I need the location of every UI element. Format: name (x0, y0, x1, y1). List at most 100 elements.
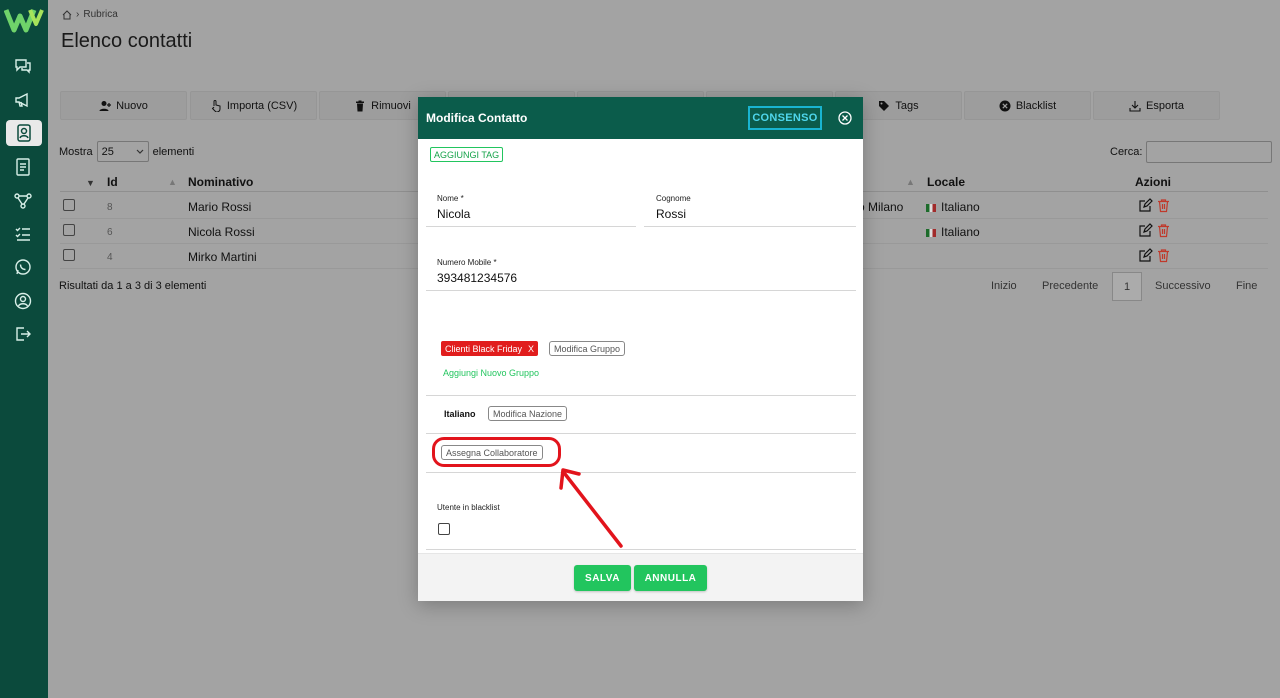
row-checkbox[interactable] (63, 249, 75, 261)
group-tag: Clienti Black Friday X (441, 341, 539, 356)
mobile-label: Numero Mobile * (437, 258, 497, 267)
column-nominativo[interactable]: Nominativo (188, 175, 253, 189)
row-name: Mirko Martini (188, 250, 257, 264)
pager-first[interactable]: Inizio (991, 280, 1017, 292)
sidebar (0, 0, 48, 698)
new-contact-label: Nuovo (116, 99, 148, 112)
megaphone-icon[interactable] (11, 88, 35, 112)
blacklist-checkbox[interactable] (438, 523, 450, 535)
mobile-input[interactable]: 393481234576 (437, 271, 517, 285)
show-label: Mostra (59, 145, 93, 158)
pager-previous[interactable]: Precedente (1042, 280, 1098, 292)
first-name-input[interactable]: Nicola (437, 207, 470, 221)
delete-icon[interactable] (1156, 198, 1171, 213)
row-actions (1138, 248, 1171, 263)
column-locale[interactable]: Locale (927, 175, 965, 189)
group-tag-label: Clienti Black Friday (445, 343, 523, 354)
edit-icon[interactable] (1138, 223, 1153, 238)
sort-icon-locale[interactable]: ▲ (906, 177, 915, 187)
highlight-annotation (432, 437, 561, 467)
last-name-label: Cognome (656, 194, 691, 203)
row-name: Mario Rossi (188, 200, 252, 214)
new-contact-button[interactable]: Nuovo (60, 91, 187, 120)
page-title: Elenco contatti (61, 30, 193, 52)
row-checkbox[interactable] (63, 224, 75, 236)
logout-icon[interactable] (11, 322, 35, 346)
blacklist-divider (426, 549, 856, 550)
export-label: Esporta (1146, 99, 1184, 112)
import-csv-button[interactable]: Importa (CSV) (190, 91, 317, 120)
edit-icon[interactable] (1138, 248, 1153, 263)
page-size-control: Mostra 25 elementi (59, 141, 194, 162)
user-profile-icon[interactable] (11, 289, 35, 313)
export-button[interactable]: Esporta (1093, 91, 1220, 120)
import-csv-label: Importa (CSV) (226, 99, 298, 112)
page-size-select[interactable]: 25 (96, 141, 149, 162)
whatsapp-icon[interactable] (11, 255, 35, 279)
trash-icon (356, 100, 365, 111)
group-tag-remove-button[interactable]: X (528, 344, 534, 354)
row-locale: Italiano (926, 200, 980, 214)
document-icon[interactable] (11, 155, 35, 179)
search-label: Cerca: (1110, 146, 1143, 158)
modal-footer: SALVA ANNULLA (418, 553, 863, 601)
breadcrumb-separator: › (76, 9, 80, 20)
last-name-underline (644, 226, 856, 227)
edit-contact-modal: Modifica Contatto CONSENSO AGGIUNGI TAG … (418, 97, 863, 601)
edit-icon[interactable] (1138, 198, 1153, 213)
close-icon[interactable] (838, 111, 852, 125)
country-divider (426, 433, 856, 434)
download-icon (1129, 100, 1141, 112)
row-id: 8 (107, 202, 113, 213)
sort-desc-icon[interactable]: ▼ (86, 178, 95, 188)
column-azioni: Azioni (1135, 175, 1171, 189)
italy-flag-icon (926, 228, 936, 237)
search-control: Cerca: (1110, 141, 1273, 163)
tag-icon (879, 100, 890, 111)
search-input[interactable] (1146, 141, 1273, 163)
hand-pointer-icon (211, 99, 221, 112)
arrow-annotation-icon (559, 468, 623, 548)
pager-last[interactable]: Fine (1236, 280, 1257, 292)
page-size-value: 25 (101, 145, 114, 158)
sort-icon[interactable]: ▲ (168, 177, 177, 187)
block-icon (999, 100, 1011, 111)
add-user-icon (99, 100, 112, 111)
edit-group-button[interactable]: Modifica Gruppo (549, 341, 626, 356)
add-tag-button[interactable]: AGGIUNGI TAG (430, 147, 504, 162)
blacklist-label: Blacklist (1015, 99, 1057, 112)
elements-label: elementi (152, 145, 195, 158)
country-value: Italiano (444, 409, 476, 419)
consent-button[interactable]: CONSENSO (748, 106, 822, 130)
first-name-label: Nome * (437, 194, 464, 203)
logo-icon[interactable] (4, 6, 44, 34)
row-locale: Italiano (926, 225, 980, 239)
add-group-link[interactable]: Aggiungi Nuovo Gruppo (443, 368, 539, 378)
edit-country-button[interactable]: Modifica Nazione (488, 406, 568, 421)
chevron-down-icon (136, 149, 144, 154)
pager-next[interactable]: Successivo (1155, 280, 1211, 292)
tags-label: Tags (895, 99, 919, 112)
checklist-icon[interactable] (11, 222, 35, 246)
save-button[interactable]: SALVA (574, 565, 631, 591)
cancel-button[interactable]: ANNULLA (634, 565, 707, 591)
delete-icon[interactable] (1156, 248, 1171, 263)
column-id[interactable]: Id (107, 175, 118, 189)
last-name-input[interactable]: Rossi (656, 207, 686, 221)
breadcrumb: › Rubrica (62, 9, 118, 20)
blacklist-button[interactable]: Blacklist (964, 91, 1091, 120)
modal-header: Modifica Contatto CONSENSO (418, 97, 863, 139)
row-actions (1138, 223, 1171, 238)
pager-current-page[interactable]: 1 (1112, 272, 1142, 301)
chat-icon[interactable] (11, 54, 35, 78)
breadcrumb-item[interactable]: Rubrica (83, 9, 117, 20)
modal-title: Modifica Contatto (426, 111, 528, 125)
home-icon[interactable] (62, 9, 72, 20)
row-name: Nicola Rossi (188, 225, 255, 239)
delete-icon[interactable] (1156, 223, 1171, 238)
row-checkbox[interactable] (63, 199, 75, 211)
row-actions (1138, 198, 1171, 213)
flow-icon[interactable] (11, 189, 35, 213)
blacklist-label: Utente in blacklist (437, 503, 500, 512)
contacts-icon[interactable] (6, 120, 42, 146)
